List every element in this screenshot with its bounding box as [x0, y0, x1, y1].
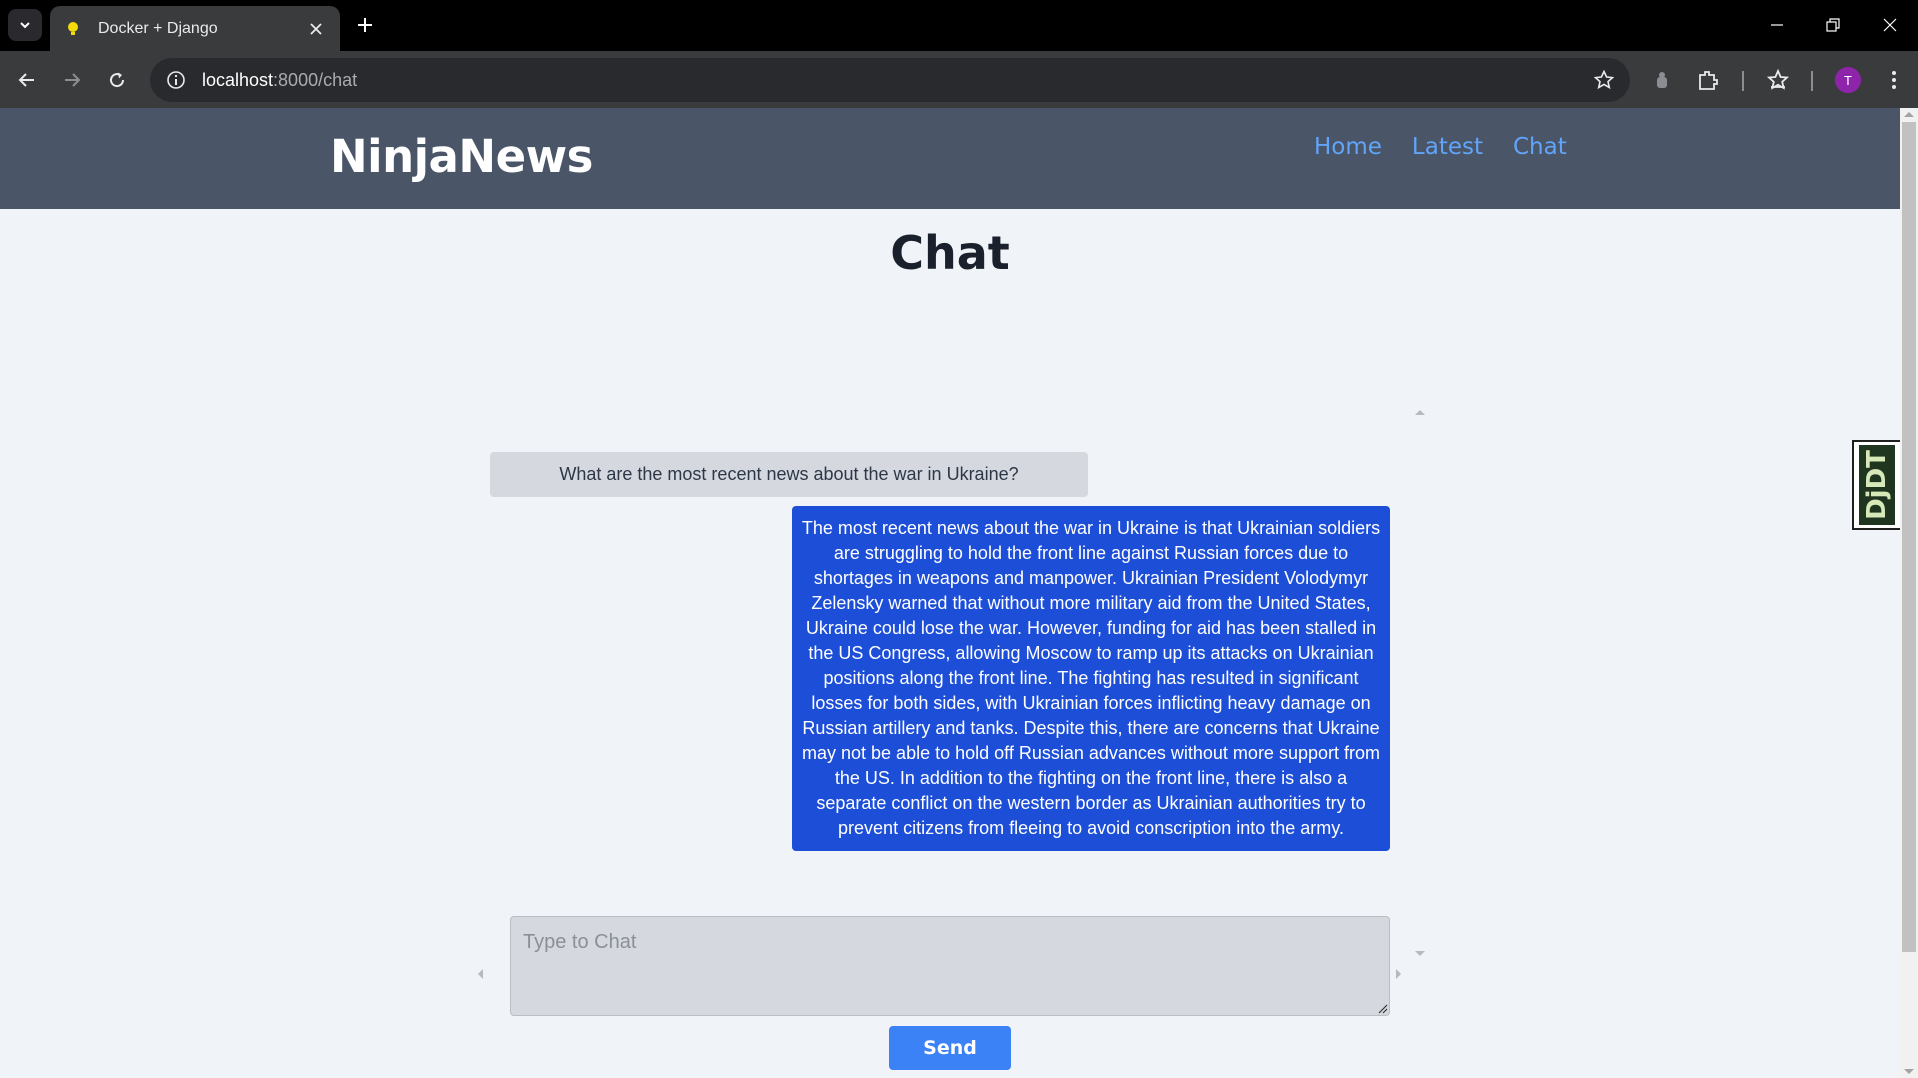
url-path: :8000/chat — [273, 69, 358, 90]
nav-link-chat[interactable]: Chat — [1513, 134, 1567, 160]
tab-title: Docker + Django — [98, 19, 218, 37]
nav-links: Home Latest Chat — [1314, 134, 1567, 160]
browser-titlebar: Docker + Django — [0, 0, 1918, 51]
minimize-button[interactable] — [1757, 10, 1797, 40]
user-message-bubble: What are the most recent news about the … — [490, 452, 1088, 497]
url-host: localhost — [202, 69, 274, 90]
browser-toolbar: localhost:8000/chat T — [0, 51, 1918, 108]
tab-search-button[interactable] — [8, 9, 42, 41]
arrow-left-icon — [18, 73, 34, 87]
djdt-logo: DjDT — [1859, 445, 1895, 525]
bookmarks-icon[interactable] — [1764, 66, 1792, 94]
scroll-down-arrow[interactable] — [1904, 1069, 1914, 1074]
restore-icon — [1826, 18, 1840, 32]
toolbar-separator — [1811, 71, 1813, 91]
reload-icon — [110, 72, 125, 88]
extensions-icon[interactable] — [1694, 66, 1722, 94]
send-button[interactable]: Send — [889, 1026, 1011, 1070]
scroll-up-arrow[interactable] — [1415, 410, 1425, 415]
address-bar[interactable]: localhost:8000/chat — [150, 58, 1630, 102]
scroll-left-arrow[interactable] — [478, 969, 483, 979]
nav-link-latest[interactable]: Latest — [1412, 134, 1483, 160]
site-brand-logo[interactable]: NinjaNews — [330, 130, 593, 183]
chevron-down-icon — [20, 22, 30, 29]
lightbulb-icon — [64, 20, 82, 38]
close-window-button[interactable] — [1870, 10, 1910, 40]
minimize-icon — [1771, 24, 1783, 26]
reload-button[interactable] — [100, 63, 134, 97]
restore-button[interactable] — [1813, 10, 1853, 40]
chat-input-field[interactable] — [510, 916, 1390, 1016]
bookmark-star-icon[interactable] — [1592, 68, 1616, 92]
scroll-down-arrow[interactable] — [1415, 951, 1425, 956]
site-navbar: NinjaNews Home Latest Chat — [0, 108, 1900, 209]
nav-link-home[interactable]: Home — [1314, 134, 1382, 160]
chat-messages-container[interactable]: What are the most recent news about the … — [478, 298, 1425, 979]
forward-button[interactable] — [55, 63, 89, 97]
url-text: localhost:8000/chat — [202, 70, 357, 91]
page-title: Chat — [890, 226, 1010, 280]
info-icon[interactable] — [164, 68, 188, 92]
extension-puzzle-gray-icon[interactable] — [1648, 66, 1676, 94]
close-icon[interactable] — [306, 19, 326, 39]
plus-icon — [358, 18, 372, 32]
new-tab-button[interactable] — [352, 12, 378, 38]
close-icon — [1883, 18, 1897, 32]
browser-tab-active[interactable]: Docker + Django — [50, 6, 340, 51]
resize-grip-icon[interactable] — [1376, 1002, 1388, 1014]
back-button[interactable] — [10, 63, 44, 97]
arrow-right-icon — [65, 73, 81, 87]
page-viewport: NinjaNews Home Latest Chat Chat What are… — [0, 108, 1900, 1078]
django-debug-toolbar-handle[interactable]: DjDT — [1852, 440, 1900, 530]
kebab-menu-icon[interactable] — [1880, 66, 1908, 94]
toolbar-separator — [1742, 71, 1744, 91]
page-scrollbar[interactable] — [1900, 108, 1918, 1078]
djdt-label: DjDT — [1862, 450, 1892, 520]
scrollbar-thumb[interactable] — [1902, 122, 1916, 952]
scroll-up-arrow[interactable] — [1904, 112, 1914, 117]
assistant-message-bubble: The most recent news about the war in Uk… — [792, 506, 1390, 851]
profile-avatar[interactable]: T — [1835, 67, 1861, 93]
scroll-right-arrow[interactable] — [1396, 969, 1401, 979]
